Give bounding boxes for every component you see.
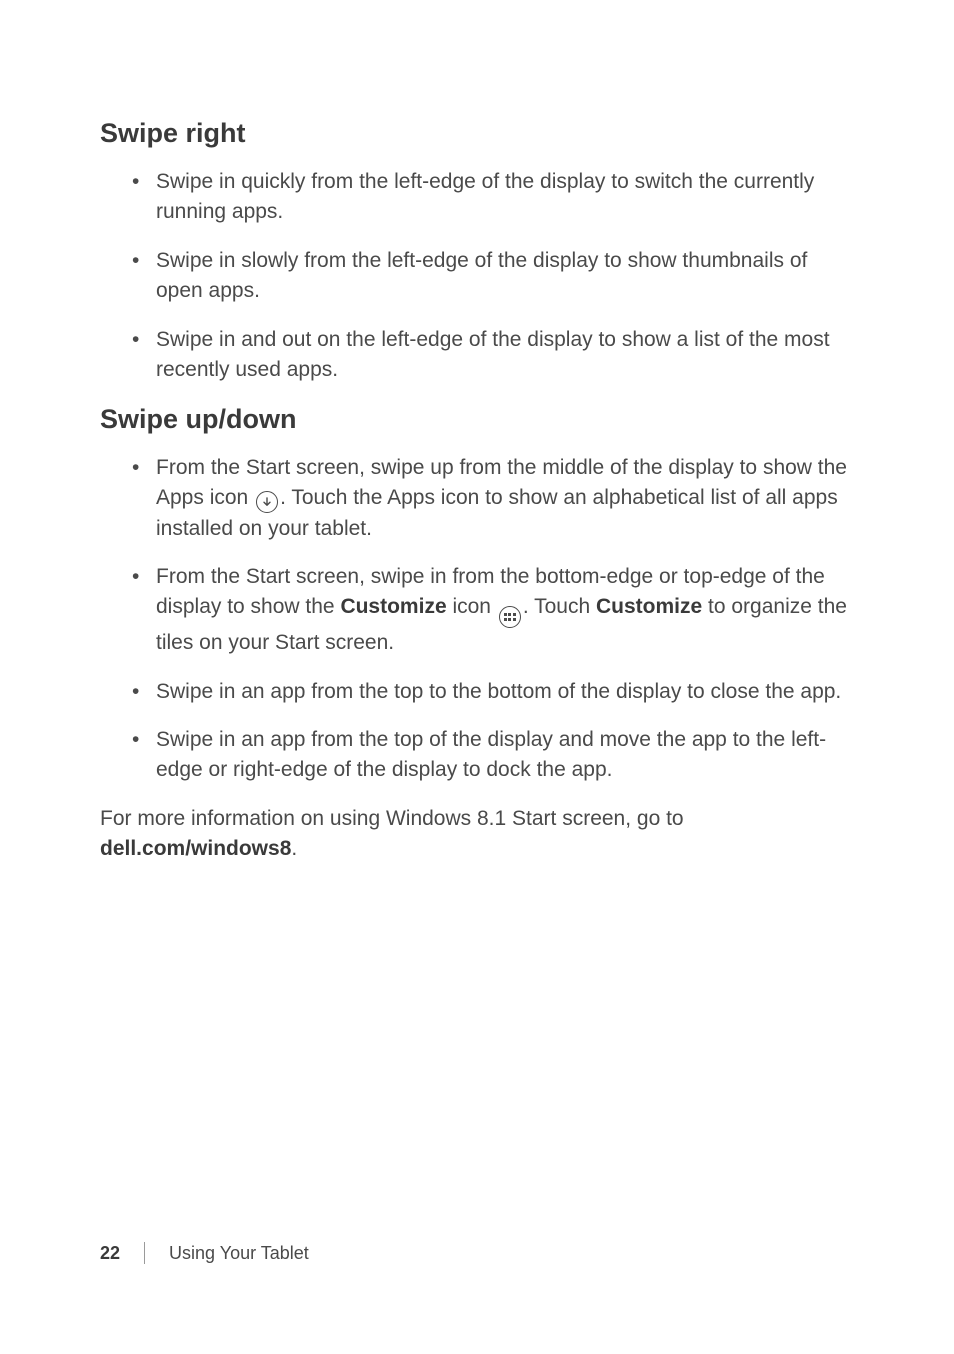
page-footer: 22 Using Your Tablet (100, 1242, 309, 1264)
list-item: Swipe in an app from the top of the disp… (132, 725, 854, 786)
down-arrow-circle-icon (256, 491, 278, 513)
list-item: Swipe in slowly from the left-edge of th… (132, 246, 854, 307)
bullet-list-swipe-up-down: From the Start screen, swipe up from the… (100, 453, 854, 786)
footer-divider (144, 1242, 145, 1264)
list-item: Swipe in and out on the left-edge of the… (132, 325, 854, 386)
section-title: Using Your Tablet (169, 1243, 309, 1264)
bold-text: Customize (596, 595, 702, 618)
customize-grid-circle-icon (499, 606, 521, 628)
page-number: 22 (100, 1243, 120, 1264)
list-item: From the Start screen, swipe up from the… (132, 453, 854, 544)
bullet-list-swipe-right: Swipe in quickly from the left-edge of t… (100, 167, 854, 386)
heading-swipe-right: Swipe right (100, 118, 854, 149)
heading-swipe-up-down: Swipe up/down (100, 404, 854, 435)
bold-text: Customize (340, 595, 446, 618)
text-fragment: For more information on using Windows 8.… (100, 807, 684, 830)
list-item: From the Start screen, swipe in from the… (132, 562, 854, 659)
text-fragment: icon (447, 595, 497, 618)
list-item: Swipe in an app from the top to the bott… (132, 677, 854, 707)
closing-paragraph: For more information on using Windows 8.… (100, 804, 854, 865)
text-fragment: . Touch (523, 595, 596, 618)
link-text: dell.com/windows8 (100, 837, 291, 860)
list-item: Swipe in quickly from the left-edge of t… (132, 167, 854, 228)
text-fragment: . (291, 837, 297, 860)
